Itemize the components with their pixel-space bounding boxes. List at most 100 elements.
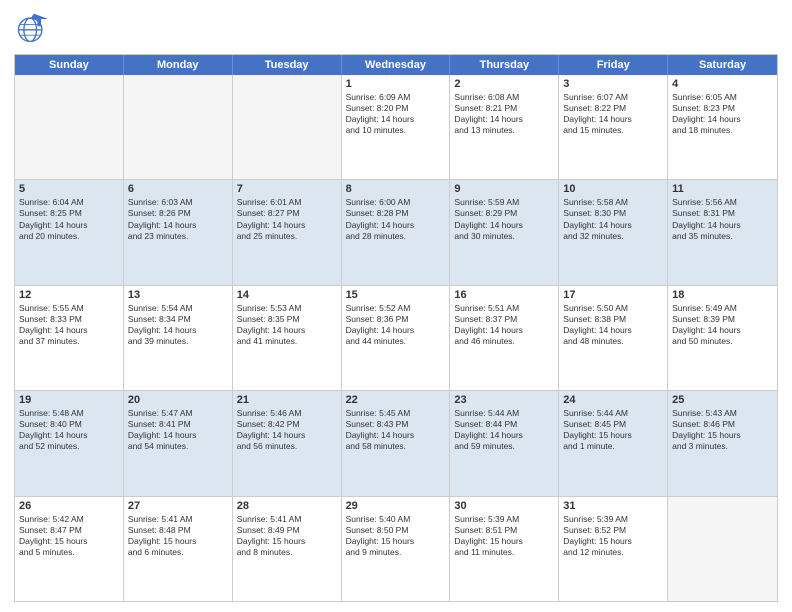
cal-cell-3-6: 25 Sunrise: 5:43 AM Sunset: 8:46 PM Dayli…: [668, 391, 777, 495]
day-number: 2: [454, 78, 554, 90]
cal-header-thursday: Thursday: [450, 55, 559, 75]
calendar: SundayMondayTuesdayWednesdayThursdayFrid…: [14, 54, 778, 602]
cal-header-saturday: Saturday: [668, 55, 777, 75]
cell-text: Sunrise: 5:42 AM Sunset: 8:47 PM Dayligh…: [19, 514, 119, 558]
day-number: 14: [237, 289, 337, 301]
cal-cell-4-2: 28 Sunrise: 5:41 AM Sunset: 8:49 PM Dayli…: [233, 497, 342, 601]
cell-text: Sunrise: 5:51 AM Sunset: 8:37 PM Dayligh…: [454, 303, 554, 347]
cell-text: Sunrise: 6:09 AM Sunset: 8:20 PM Dayligh…: [346, 92, 446, 136]
day-number: 20: [128, 394, 228, 406]
calendar-row-3: 19 Sunrise: 5:48 AM Sunset: 8:40 PM Dayli…: [15, 391, 777, 496]
day-number: 31: [563, 500, 663, 512]
day-number: 19: [19, 394, 119, 406]
day-number: 13: [128, 289, 228, 301]
cal-cell-2-6: 18 Sunrise: 5:49 AM Sunset: 8:39 PM Dayli…: [668, 286, 777, 390]
day-number: 16: [454, 289, 554, 301]
day-number: 3: [563, 78, 663, 90]
calendar-row-0: 1Sunrise: 6:09 AM Sunset: 8:20 PM Daylig…: [15, 75, 777, 180]
day-number: 9: [454, 183, 554, 195]
cell-text: Sunrise: 5:47 AM Sunset: 8:41 PM Dayligh…: [128, 408, 228, 452]
logo: [14, 10, 54, 46]
cal-header-tuesday: Tuesday: [233, 55, 342, 75]
cal-cell-0-6: 4 Sunrise: 6:05 AM Sunset: 8:23 PM Daylig…: [668, 75, 777, 179]
day-number: 10: [563, 183, 663, 195]
logo-icon: [14, 10, 50, 46]
cell-text: Sunrise: 5:55 AM Sunset: 8:33 PM Dayligh…: [19, 303, 119, 347]
cal-cell-0-3: 1Sunrise: 6:09 AM Sunset: 8:20 PM Daylig…: [342, 75, 451, 179]
cal-cell-1-2: 7Sunrise: 6:01 AM Sunset: 8:27 PM Daylig…: [233, 180, 342, 284]
cal-cell-0-5: 3 Sunrise: 6:07 AM Sunset: 8:22 PM Daylig…: [559, 75, 668, 179]
calendar-row-2: 12Sunrise: 5:55 AM Sunset: 8:33 PM Dayli…: [15, 286, 777, 391]
day-number: 17: [563, 289, 663, 301]
cal-cell-2-4: 16 Sunrise: 5:51 AM Sunset: 8:37 PM Dayli…: [450, 286, 559, 390]
day-number: 23: [454, 394, 554, 406]
cell-text: Sunrise: 6:05 AM Sunset: 8:23 PM Dayligh…: [672, 92, 773, 136]
day-number: 24: [563, 394, 663, 406]
cal-cell-1-0: 5 Sunrise: 6:04 AM Sunset: 8:25 PM Daylig…: [15, 180, 124, 284]
cal-cell-1-4: 9Sunrise: 5:59 AM Sunset: 8:29 PM Daylig…: [450, 180, 559, 284]
cal-cell-3-4: 23 Sunrise: 5:44 AM Sunset: 8:44 PM Dayli…: [450, 391, 559, 495]
cal-cell-4-0: 26 Sunrise: 5:42 AM Sunset: 8:47 PM Dayli…: [15, 497, 124, 601]
calendar-row-1: 5 Sunrise: 6:04 AM Sunset: 8:25 PM Daylig…: [15, 180, 777, 285]
day-number: 4: [672, 78, 773, 90]
day-number: 18: [672, 289, 773, 301]
calendar-row-4: 26 Sunrise: 5:42 AM Sunset: 8:47 PM Dayli…: [15, 497, 777, 601]
day-number: 11: [672, 183, 773, 195]
cell-text: Sunrise: 5:54 AM Sunset: 8:34 PM Dayligh…: [128, 303, 228, 347]
cell-text: Sunrise: 5:41 AM Sunset: 8:48 PM Dayligh…: [128, 514, 228, 558]
calendar-body: 1Sunrise: 6:09 AM Sunset: 8:20 PM Daylig…: [15, 75, 777, 601]
cell-text: Sunrise: 5:56 AM Sunset: 8:31 PM Dayligh…: [672, 197, 773, 241]
cell-text: Sunrise: 5:50 AM Sunset: 8:38 PM Dayligh…: [563, 303, 663, 347]
cell-text: Sunrise: 5:43 AM Sunset: 8:46 PM Dayligh…: [672, 408, 773, 452]
day-number: 30: [454, 500, 554, 512]
cell-text: Sunrise: 5:49 AM Sunset: 8:39 PM Dayligh…: [672, 303, 773, 347]
day-number: 28: [237, 500, 337, 512]
cell-text: Sunrise: 6:07 AM Sunset: 8:22 PM Dayligh…: [563, 92, 663, 136]
cal-cell-1-3: 8 Sunrise: 6:00 AM Sunset: 8:28 PM Daylig…: [342, 180, 451, 284]
day-number: 29: [346, 500, 446, 512]
cal-cell-2-3: 15 Sunrise: 5:52 AM Sunset: 8:36 PM Dayli…: [342, 286, 451, 390]
cal-cell-3-5: 24Sunrise: 5:44 AM Sunset: 8:45 PM Dayli…: [559, 391, 668, 495]
cal-cell-1-5: 10 Sunrise: 5:58 AM Sunset: 8:30 PM Dayli…: [559, 180, 668, 284]
cell-text: Sunrise: 6:04 AM Sunset: 8:25 PM Dayligh…: [19, 197, 119, 241]
day-number: 8: [346, 183, 446, 195]
day-number: 21: [237, 394, 337, 406]
cell-text: Sunrise: 5:53 AM Sunset: 8:35 PM Dayligh…: [237, 303, 337, 347]
cal-cell-3-3: 22 Sunrise: 5:45 AM Sunset: 8:43 PM Dayli…: [342, 391, 451, 495]
cal-cell-0-4: 2 Sunrise: 6:08 AM Sunset: 8:21 PM Daylig…: [450, 75, 559, 179]
cal-cell-4-6: [668, 497, 777, 601]
cell-text: Sunrise: 6:01 AM Sunset: 8:27 PM Dayligh…: [237, 197, 337, 241]
cell-text: Sunrise: 5:45 AM Sunset: 8:43 PM Dayligh…: [346, 408, 446, 452]
day-number: 5: [19, 183, 119, 195]
cal-header-sunday: Sunday: [15, 55, 124, 75]
day-number: 25: [672, 394, 773, 406]
day-number: 27: [128, 500, 228, 512]
calendar-header-row: SundayMondayTuesdayWednesdayThursdayFrid…: [15, 55, 777, 75]
cal-cell-3-2: 21Sunrise: 5:46 AM Sunset: 8:42 PM Dayli…: [233, 391, 342, 495]
cal-cell-3-1: 20 Sunrise: 5:47 AM Sunset: 8:41 PM Dayli…: [124, 391, 233, 495]
day-number: 26: [19, 500, 119, 512]
cell-text: Sunrise: 6:03 AM Sunset: 8:26 PM Dayligh…: [128, 197, 228, 241]
cal-cell-4-1: 27 Sunrise: 5:41 AM Sunset: 8:48 PM Dayli…: [124, 497, 233, 601]
cell-text: Sunrise: 5:41 AM Sunset: 8:49 PM Dayligh…: [237, 514, 337, 558]
cal-cell-0-2: [233, 75, 342, 179]
cal-header-friday: Friday: [559, 55, 668, 75]
cal-cell-4-4: 30Sunrise: 5:39 AM Sunset: 8:51 PM Dayli…: [450, 497, 559, 601]
day-number: 15: [346, 289, 446, 301]
cal-cell-1-6: 11 Sunrise: 5:56 AM Sunset: 8:31 PM Dayli…: [668, 180, 777, 284]
cell-text: Sunrise: 5:48 AM Sunset: 8:40 PM Dayligh…: [19, 408, 119, 452]
cal-header-wednesday: Wednesday: [342, 55, 451, 75]
day-number: 22: [346, 394, 446, 406]
cell-text: Sunrise: 6:00 AM Sunset: 8:28 PM Dayligh…: [346, 197, 446, 241]
cal-cell-4-3: 29 Sunrise: 5:40 AM Sunset: 8:50 PM Dayli…: [342, 497, 451, 601]
cell-text: Sunrise: 5:52 AM Sunset: 8:36 PM Dayligh…: [346, 303, 446, 347]
cal-cell-0-0: [15, 75, 124, 179]
cal-cell-2-1: 13 Sunrise: 5:54 AM Sunset: 8:34 PM Dayli…: [124, 286, 233, 390]
cell-text: Sunrise: 5:44 AM Sunset: 8:44 PM Dayligh…: [454, 408, 554, 452]
cal-cell-1-1: 6Sunrise: 6:03 AM Sunset: 8:26 PM Daylig…: [124, 180, 233, 284]
cell-text: Sunrise: 5:58 AM Sunset: 8:30 PM Dayligh…: [563, 197, 663, 241]
cal-cell-0-1: [124, 75, 233, 179]
cell-text: Sunrise: 6:08 AM Sunset: 8:21 PM Dayligh…: [454, 92, 554, 136]
cell-text: Sunrise: 5:40 AM Sunset: 8:50 PM Dayligh…: [346, 514, 446, 558]
cal-cell-4-5: 31Sunrise: 5:39 AM Sunset: 8:52 PM Dayli…: [559, 497, 668, 601]
